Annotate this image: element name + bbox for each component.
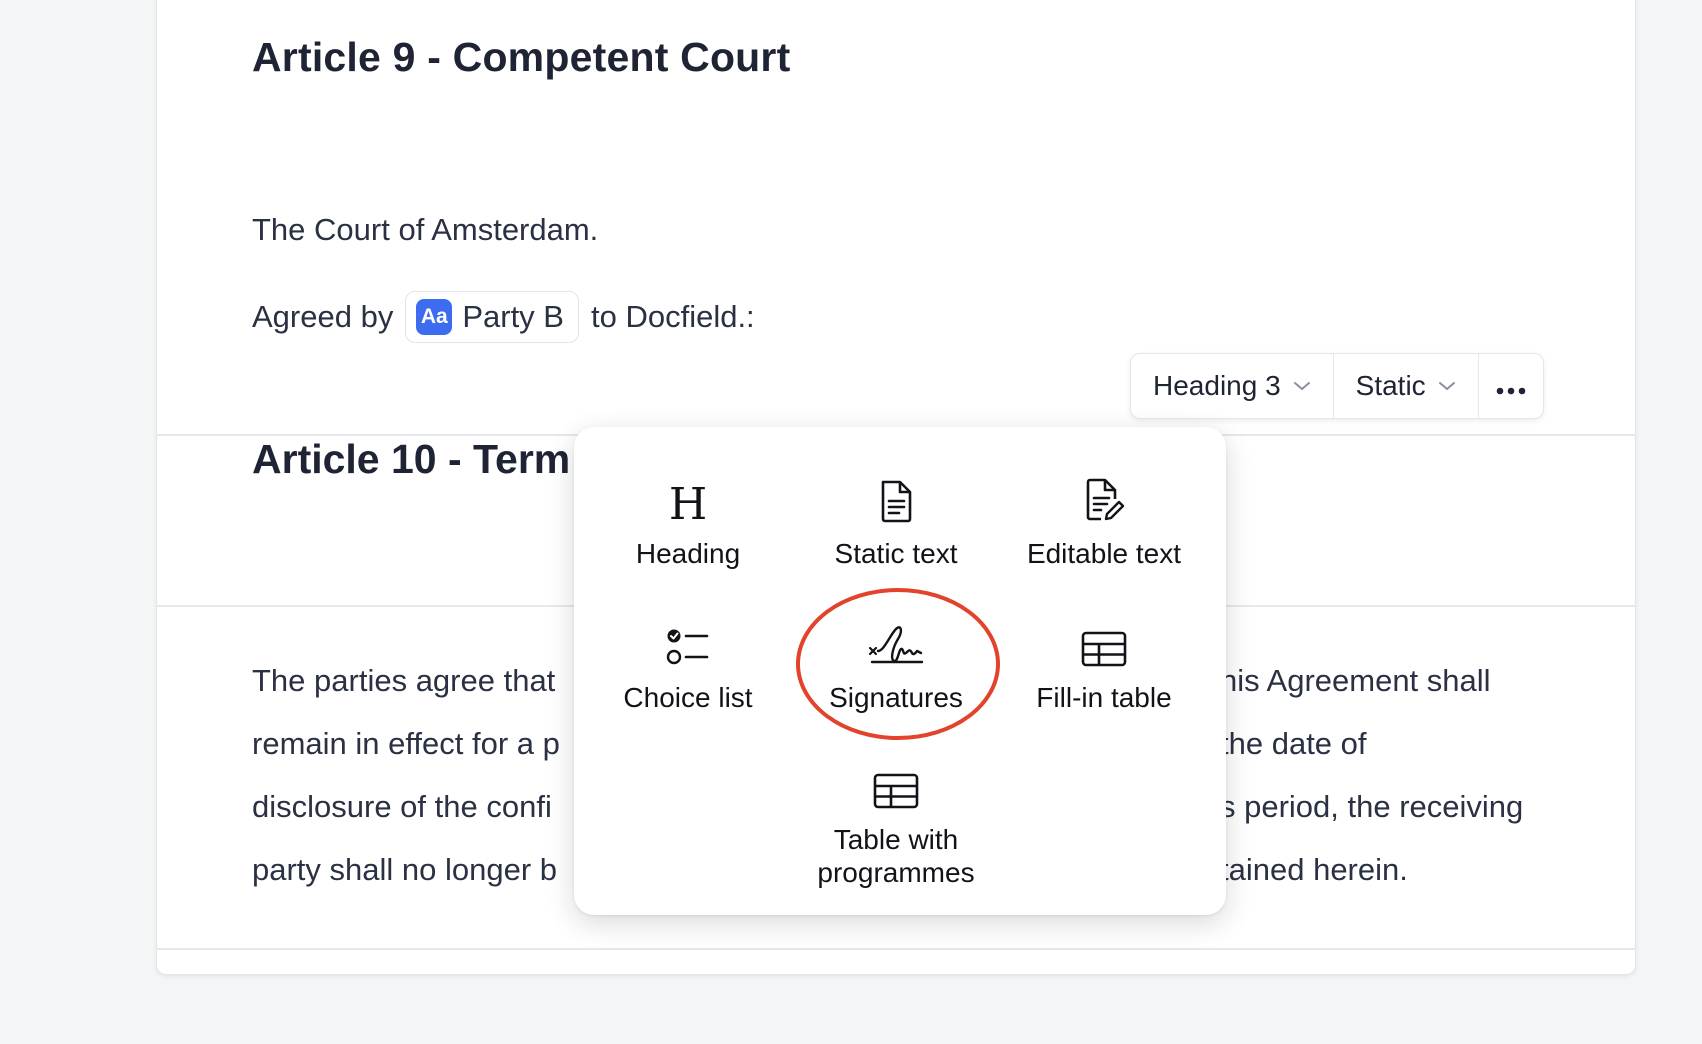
menu-item-choice-list[interactable]: Choice list [588, 615, 788, 714]
section-divider [156, 948, 1636, 950]
checklist-icon [666, 615, 710, 667]
insert-block-menu: H Heading Static text Editable text Choi… [574, 427, 1226, 915]
style-dropdown-value: Heading 3 [1153, 370, 1281, 401]
menu-item-table-with-programmes[interactable]: Table with programmes [796, 757, 996, 889]
mode-dropdown-value: Static [1355, 370, 1426, 401]
document-icon [878, 471, 914, 523]
article-9-body[interactable]: The Court of Amsterdam. [252, 212, 598, 248]
agreed-suffix: to Docfield.: [590, 299, 755, 334]
menu-item-signatures[interactable]: Signatures [796, 615, 996, 714]
ellipsis-icon [1496, 370, 1526, 402]
text-field-icon: Aa [416, 299, 453, 335]
svg-text:H: H [669, 479, 707, 523]
body-line: s period, the receiving [1220, 789, 1524, 824]
menu-item-label: Heading [635, 538, 741, 569]
signature-icon [868, 615, 924, 667]
body-line: disclosure of the confi [252, 789, 552, 824]
more-options-button[interactable] [1479, 354, 1543, 418]
article-9-heading[interactable]: Article 9 - Competent Court [252, 34, 790, 81]
agreed-prefix: Agreed by [252, 299, 394, 334]
document-edit-icon [1083, 471, 1125, 523]
heading-icon: H [668, 471, 708, 523]
menu-item-label: Static text [834, 538, 958, 569]
menu-item-heading[interactable]: H Heading [588, 471, 788, 570]
menu-item-fill-in-table[interactable]: Fill-in table [1004, 615, 1204, 714]
style-dropdown[interactable]: Heading 3 [1131, 354, 1334, 418]
table-icon [873, 757, 919, 809]
table-icon [1081, 615, 1127, 667]
body-line: the date of [1220, 726, 1367, 761]
menu-item-label: Table with programmes [817, 824, 975, 888]
menu-item-label: Fill-in table [1036, 682, 1172, 713]
body-line: tained herein. [1220, 852, 1408, 887]
article-10-heading[interactable]: Article 10 - Term ( [252, 436, 595, 483]
chevron-down-icon [1293, 380, 1311, 392]
block-toolbar: Heading 3 Static [1130, 353, 1544, 419]
menu-item-label: Choice list [623, 682, 753, 713]
agreed-by-line[interactable]: Agreed by Aa Party B to Docfield.: [252, 290, 755, 344]
party-chip[interactable]: Aa Party B [405, 291, 579, 343]
menu-item-editable-text[interactable]: Editable text [1004, 471, 1204, 570]
body-line: The parties agree that [252, 663, 556, 698]
body-line: remain in effect for a p [252, 726, 560, 761]
body-line: his Agreement shall [1220, 663, 1491, 698]
chevron-down-icon [1438, 380, 1456, 392]
menu-item-static-text[interactable]: Static text [796, 471, 996, 570]
party-chip-label: Party B [462, 299, 564, 334]
mode-dropdown[interactable]: Static [1334, 354, 1479, 418]
body-line: party shall no longer b [252, 852, 558, 887]
menu-item-label: Editable text [1026, 538, 1182, 569]
menu-item-label: Signatures [829, 682, 963, 713]
